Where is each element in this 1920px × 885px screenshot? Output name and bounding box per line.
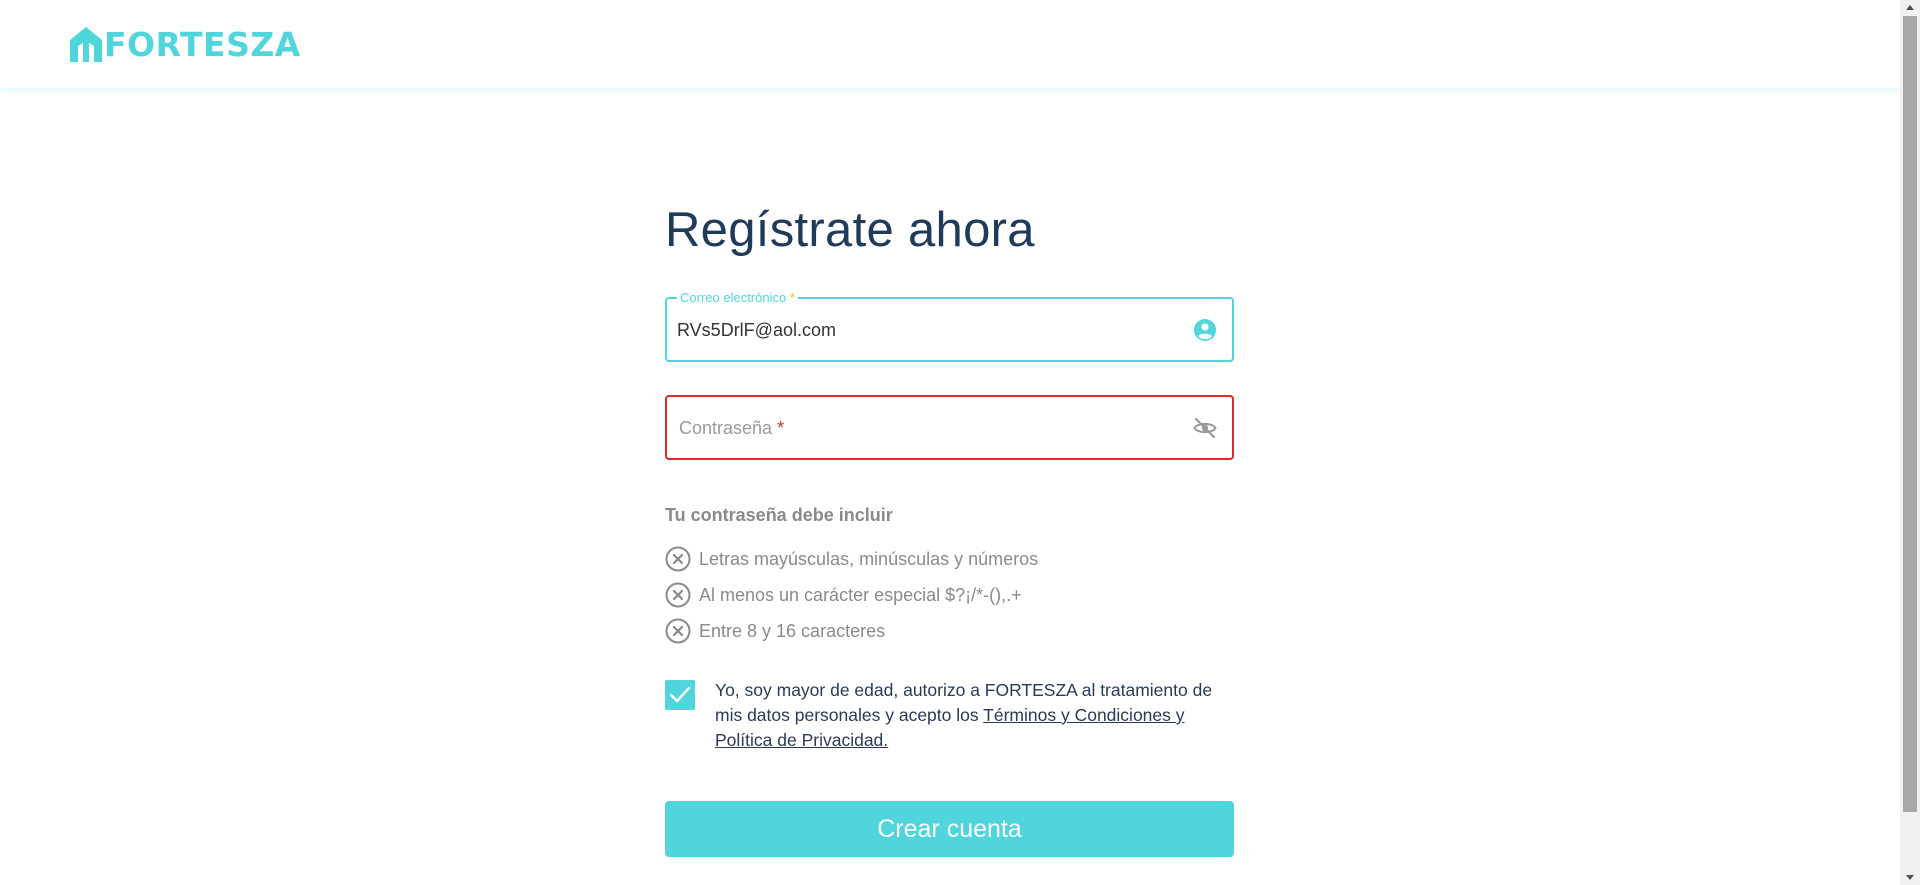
x-circle-icon <box>665 582 691 608</box>
consent-text: Yo, soy mayor de edad, autorizo a FORTES… <box>715 680 1213 750</box>
fortesza-logo[interactable]: FORTESZA <box>68 22 301 66</box>
scroll-down-arrow-icon[interactable] <box>1906 875 1914 880</box>
password-rule-text: Entre 8 y 16 caracteres <box>699 620 886 641</box>
scroll-up-arrow-icon[interactable] <box>1906 5 1914 10</box>
password-rule-text: Al menos un carácter especial $?¡/*-(),.… <box>699 584 1022 605</box>
password-rule: Letras mayúsculas, minúsculas y números <box>665 541 1038 577</box>
password-field[interactable]: Contraseña * <box>665 395 1234 460</box>
eye-off-icon[interactable] <box>1193 416 1217 440</box>
x-circle-icon <box>665 618 691 644</box>
create-account-button[interactable]: Crear cuenta <box>665 801 1234 857</box>
consent-checkbox[interactable] <box>665 680 695 710</box>
house-logo-icon <box>70 27 102 62</box>
email-label: Correo electrónico * <box>677 290 798 306</box>
logo-text: FORTESZA <box>104 24 301 64</box>
email-field[interactable]: Correo electrónico * <box>665 290 1234 362</box>
password-rules-title: Tu contraseña debe incluir <box>665 505 893 525</box>
signup-form: Regístrate ahora Correo electrónico * Co… <box>665 200 1234 857</box>
password-rule-text: Letras mayúsculas, minúsculas y números <box>699 548 1039 569</box>
scroll-thumb[interactable] <box>1903 16 1917 812</box>
password-rules-list: Letras mayúsculas, minúsculas y números … <box>665 541 1038 649</box>
password-rule: Al menos un carácter especial $?¡/*-(),.… <box>665 577 1038 613</box>
scrollbar[interactable] <box>1900 0 1920 885</box>
account-circle-icon <box>1194 319 1216 341</box>
x-circle-icon <box>665 546 691 572</box>
site-header: FORTESZA <box>0 0 1900 88</box>
checkmark-icon <box>669 686 691 703</box>
page-title: Regístrate ahora <box>665 203 1035 257</box>
password-rule: Entre 8 y 16 caracteres <box>665 613 1038 649</box>
password-placeholder: Contraseña * <box>679 418 785 438</box>
email-input[interactable] <box>677 316 1157 344</box>
